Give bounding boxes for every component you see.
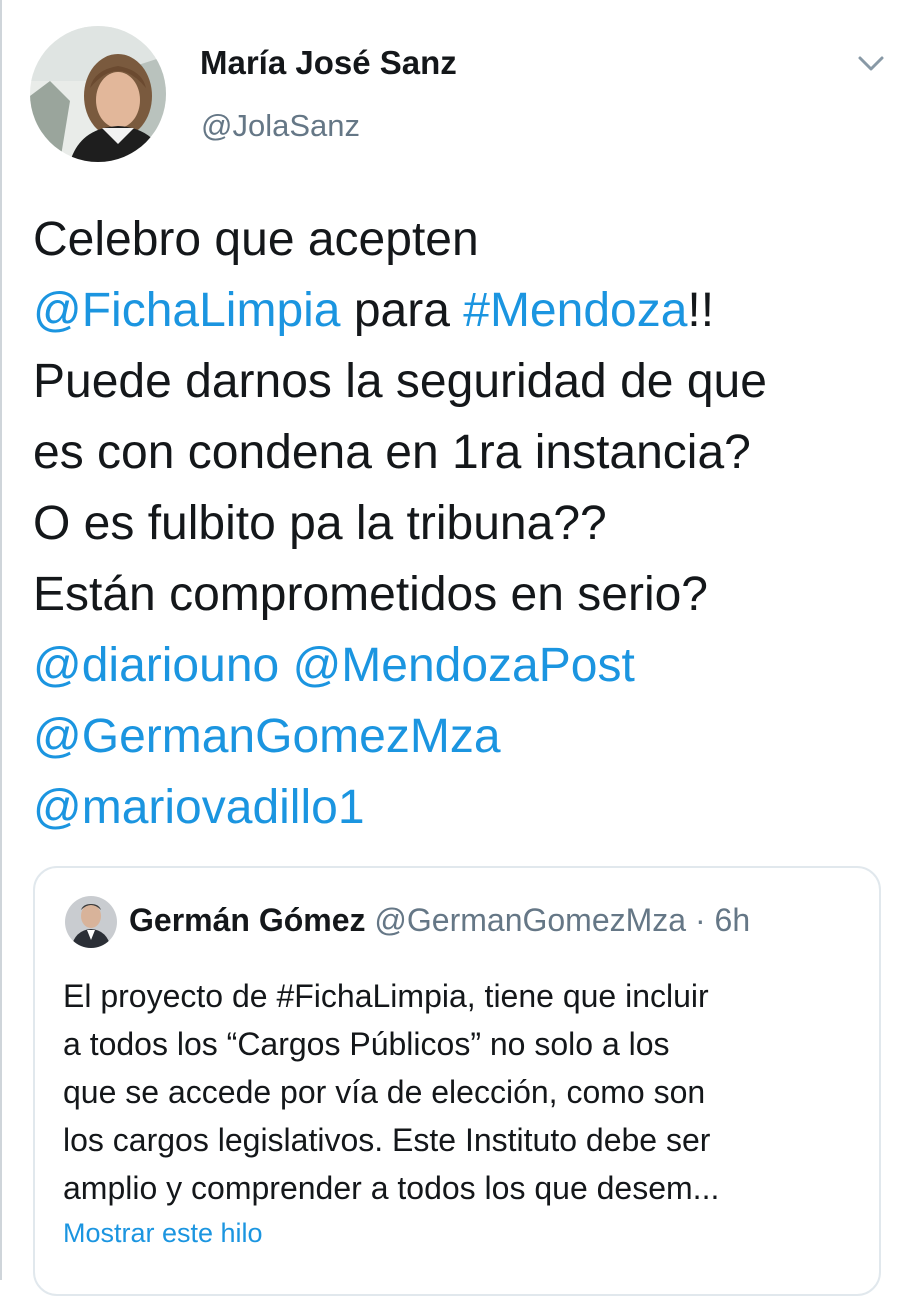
author-handle[interactable]: @JolaSanz bbox=[201, 108, 360, 144]
tweet-line: O es fulbito pa la tribuna?? bbox=[33, 488, 893, 559]
tweet-line: es con condena en 1ra instancia? bbox=[33, 417, 893, 488]
quoted-author-handle[interactable]: @GermanGomezMza bbox=[374, 902, 686, 938]
mention-link[interactable]: @MendozaPost bbox=[293, 639, 635, 692]
mention-link[interactable]: @diariouno bbox=[33, 639, 279, 692]
tweet-text-segment: Están comprometidos en serio? bbox=[33, 568, 708, 621]
quoted-author-name[interactable]: Germán Gómez bbox=[129, 902, 366, 938]
tweet-line: @diariouno @MendozaPost bbox=[33, 630, 893, 701]
tweet-line: @mariovadillo1 bbox=[33, 772, 893, 843]
tweet-line: Celebro que acepten bbox=[33, 204, 893, 275]
tweet-line: @FichaLimpia para #Mendoza!! bbox=[33, 275, 893, 346]
quoted-meta-separator: · bbox=[686, 902, 715, 938]
quoted-tweet-line: amplio y comprender a todos los que dese… bbox=[63, 1170, 720, 1206]
quoted-tweet-line: El proyecto de #FichaLimpia, tiene que i… bbox=[63, 978, 709, 1014]
author-name[interactable]: María José Sanz bbox=[200, 44, 457, 82]
tweet-line: Puede darnos la seguridad de que bbox=[33, 346, 893, 417]
hashtag-link[interactable]: #Mendoza bbox=[463, 284, 687, 337]
show-thread-link[interactable]: Mostrar este hilo bbox=[63, 1218, 263, 1249]
quoted-author-avatar-image bbox=[65, 896, 117, 948]
mention-link[interactable]: @mariovadillo1 bbox=[33, 781, 365, 834]
left-divider bbox=[0, 0, 2, 1280]
quoted-tweet-card[interactable]: Germán Gómez @GermanGomezMza · 6h El pro… bbox=[33, 866, 881, 1296]
tweet-text-segment: es con condena en 1ra instancia? bbox=[33, 426, 751, 479]
quoted-tweet-header: Germán Gómez @GermanGomezMza · 6h bbox=[129, 898, 750, 942]
quoted-author-avatar[interactable] bbox=[65, 896, 117, 948]
tweet-line: Están comprometidos en serio? bbox=[33, 559, 893, 630]
quoted-tweet-line: los cargos legislativos. Este Instituto … bbox=[63, 1122, 711, 1158]
tweet-text: Celebro que acepten @FichaLimpia para #Me… bbox=[33, 204, 893, 843]
quoted-timestamp[interactable]: 6h bbox=[715, 902, 751, 938]
tweet-text-segment: O es fulbito pa la tribuna?? bbox=[33, 497, 607, 550]
quoted-tweet-line: que se accede por vía de elección, como … bbox=[63, 1074, 706, 1110]
tweet-text-segment: para bbox=[340, 284, 464, 337]
tweet-text-segment: Celebro que acepten bbox=[33, 213, 479, 266]
quoted-tweet-line: a todos los “Cargos Públicos” no solo a … bbox=[63, 1026, 670, 1062]
tweet-line: @GermanGomezMza bbox=[33, 701, 893, 772]
tweet-text-segment bbox=[279, 639, 292, 692]
chevron-down-icon[interactable] bbox=[856, 52, 886, 76]
tweet-text-segment: !! bbox=[687, 284, 715, 337]
quoted-tweet-text: El proyecto de #FichaLimpia, tiene que i… bbox=[63, 972, 863, 1212]
tweet-text-segment: Puede darnos la seguridad de que bbox=[33, 355, 767, 408]
author-avatar-image bbox=[30, 26, 166, 162]
author-avatar[interactable] bbox=[30, 26, 166, 162]
mention-link[interactable]: @GermanGomezMza bbox=[33, 710, 501, 763]
mention-link[interactable]: @FichaLimpia bbox=[33, 284, 341, 337]
